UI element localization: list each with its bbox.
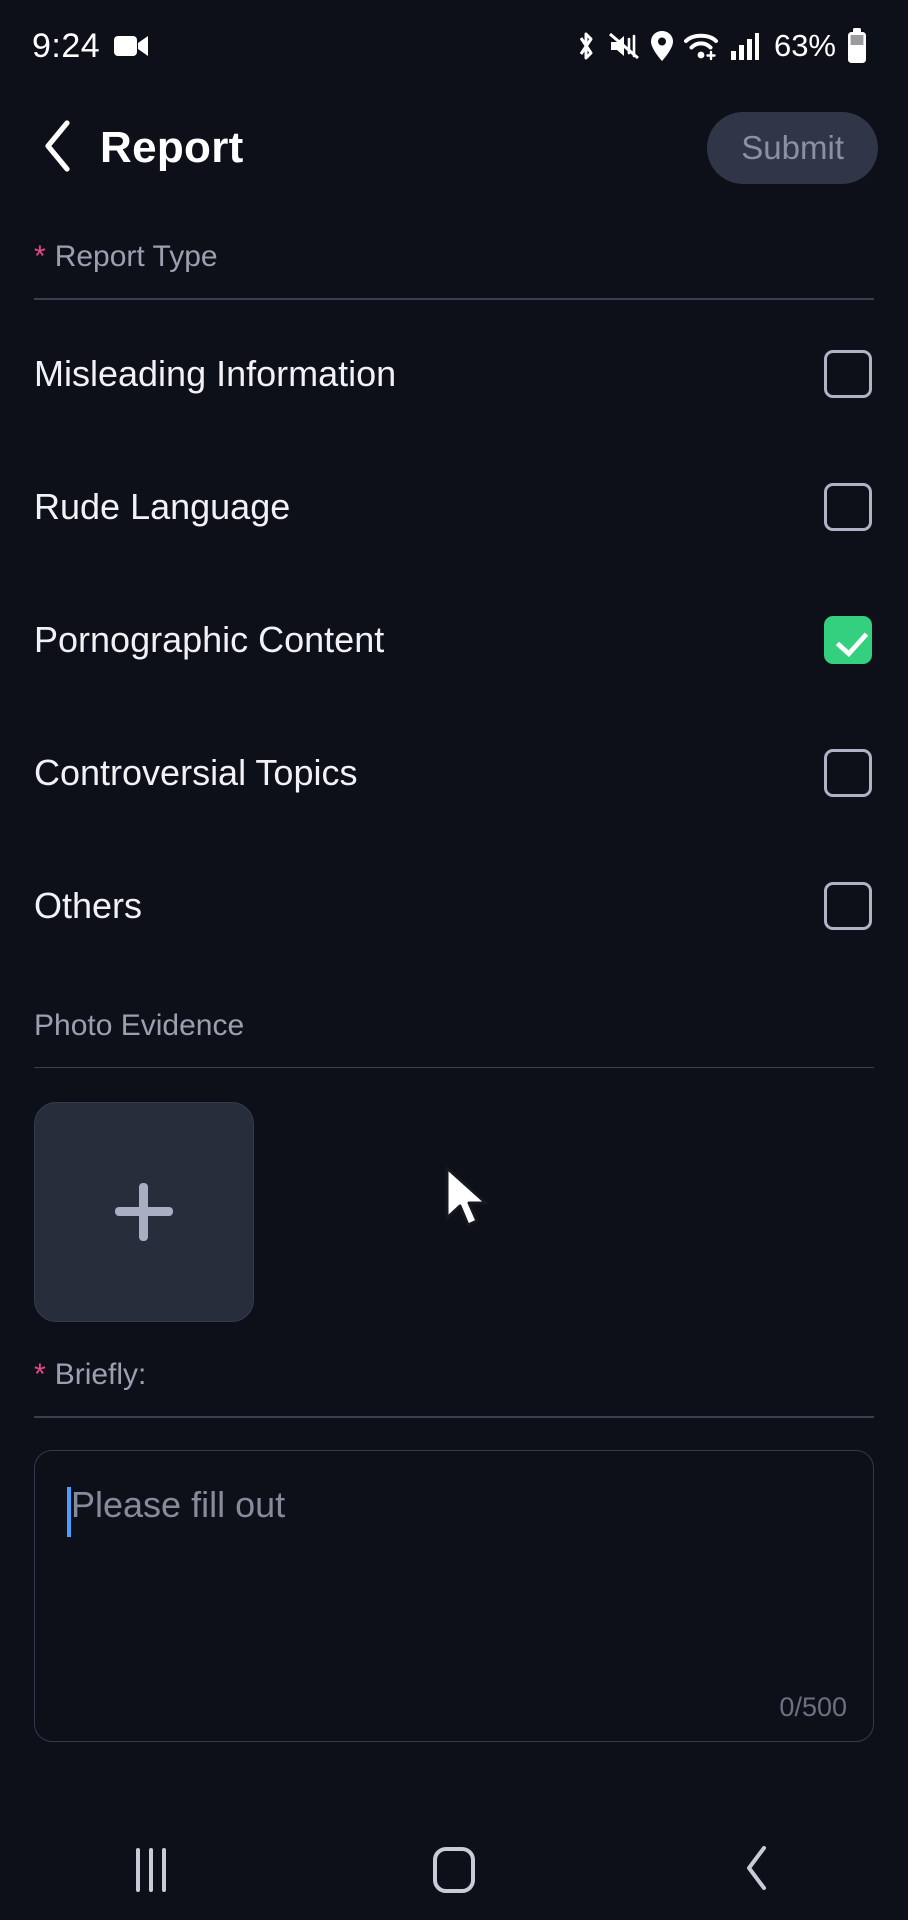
option-label: Others	[34, 885, 143, 926]
checkbox-misleading-information[interactable]	[824, 350, 872, 398]
option-label: Controversial Topics	[34, 752, 358, 793]
status-bar-clock: 9:24	[32, 26, 101, 65]
chevron-left-icon	[43, 119, 73, 177]
location-icon	[650, 30, 674, 62]
recent-apps-icon	[136, 1848, 167, 1892]
home-icon	[432, 1847, 475, 1893]
submit-button[interactable]: Submit	[707, 112, 878, 184]
option-row-pornographic-content[interactable]: Pornographic Content	[0, 574, 908, 707]
report-screen: 9:24 63% Report Submit * Report Type Mis…	[0, 0, 908, 1920]
page-title: Report	[100, 123, 244, 172]
home-button[interactable]	[394, 1820, 514, 1920]
vibrate-mute-icon	[608, 30, 640, 62]
required-asterisk: *	[34, 1358, 46, 1391]
option-row-rude-language[interactable]: Rude Language	[0, 441, 908, 574]
briefly-label: Briefly:	[54, 1358, 147, 1391]
briefly-section-label: * Briefly:	[0, 1322, 908, 1392]
photo-evidence-section-label: Photo Evidence	[0, 973, 908, 1043]
form-content: * Report Type Misleading Information Rud…	[0, 204, 908, 1742]
plus-icon	[115, 1183, 173, 1241]
photo-evidence-label: Photo Evidence	[34, 1008, 245, 1042]
wifi-icon	[683, 31, 720, 61]
photo-evidence-area	[0, 1068, 908, 1322]
option-label: Pornographic Content	[34, 619, 385, 660]
text-cursor-caret	[67, 1486, 71, 1537]
option-label: Rude Language	[34, 486, 291, 527]
battery-icon	[846, 28, 868, 64]
recent-apps-button[interactable]	[91, 1820, 211, 1920]
briefly-textarea[interactable]: Please fill out 0/500	[34, 1449, 874, 1742]
character-counter: 0/500	[779, 1691, 847, 1722]
briefly-input-wrap: Please fill out 0/500	[0, 1418, 908, 1742]
status-bar-left: 9:24	[32, 27, 150, 66]
status-bar-right: 63%	[574, 28, 868, 64]
report-type-section-label: * Report Type	[0, 204, 908, 274]
back-button[interactable]	[30, 119, 86, 177]
back-icon	[744, 1845, 770, 1896]
option-row-controversial-topics[interactable]: Controversial Topics	[0, 707, 908, 840]
checkbox-rude-language[interactable]	[824, 483, 872, 531]
option-row-others[interactable]: Others	[0, 840, 908, 973]
option-label: Misleading Information	[34, 353, 397, 394]
add-photo-button[interactable]	[34, 1102, 254, 1322]
report-type-options: Misleading Information Rude Language Por…	[0, 300, 908, 973]
required-asterisk: *	[34, 240, 46, 273]
checkbox-others[interactable]	[824, 882, 872, 930]
battery-percent-label: 63%	[773, 28, 836, 63]
video-camera-icon	[114, 33, 150, 59]
briefly-placeholder: Please fill out	[71, 1483, 286, 1525]
app-header: Report Submit	[0, 92, 908, 204]
checkbox-controversial-topics[interactable]	[824, 749, 872, 797]
bluetooth-icon	[574, 29, 598, 63]
checkbox-pornographic-content[interactable]	[824, 616, 872, 664]
option-row-misleading-information[interactable]: Misleading Information	[0, 308, 908, 441]
system-back-button[interactable]	[697, 1820, 817, 1920]
cellular-signal-icon	[730, 31, 760, 61]
report-type-label: Report Type	[54, 240, 218, 273]
status-bar: 9:24 63%	[0, 0, 908, 92]
system-navigation-bar	[0, 1820, 908, 1920]
